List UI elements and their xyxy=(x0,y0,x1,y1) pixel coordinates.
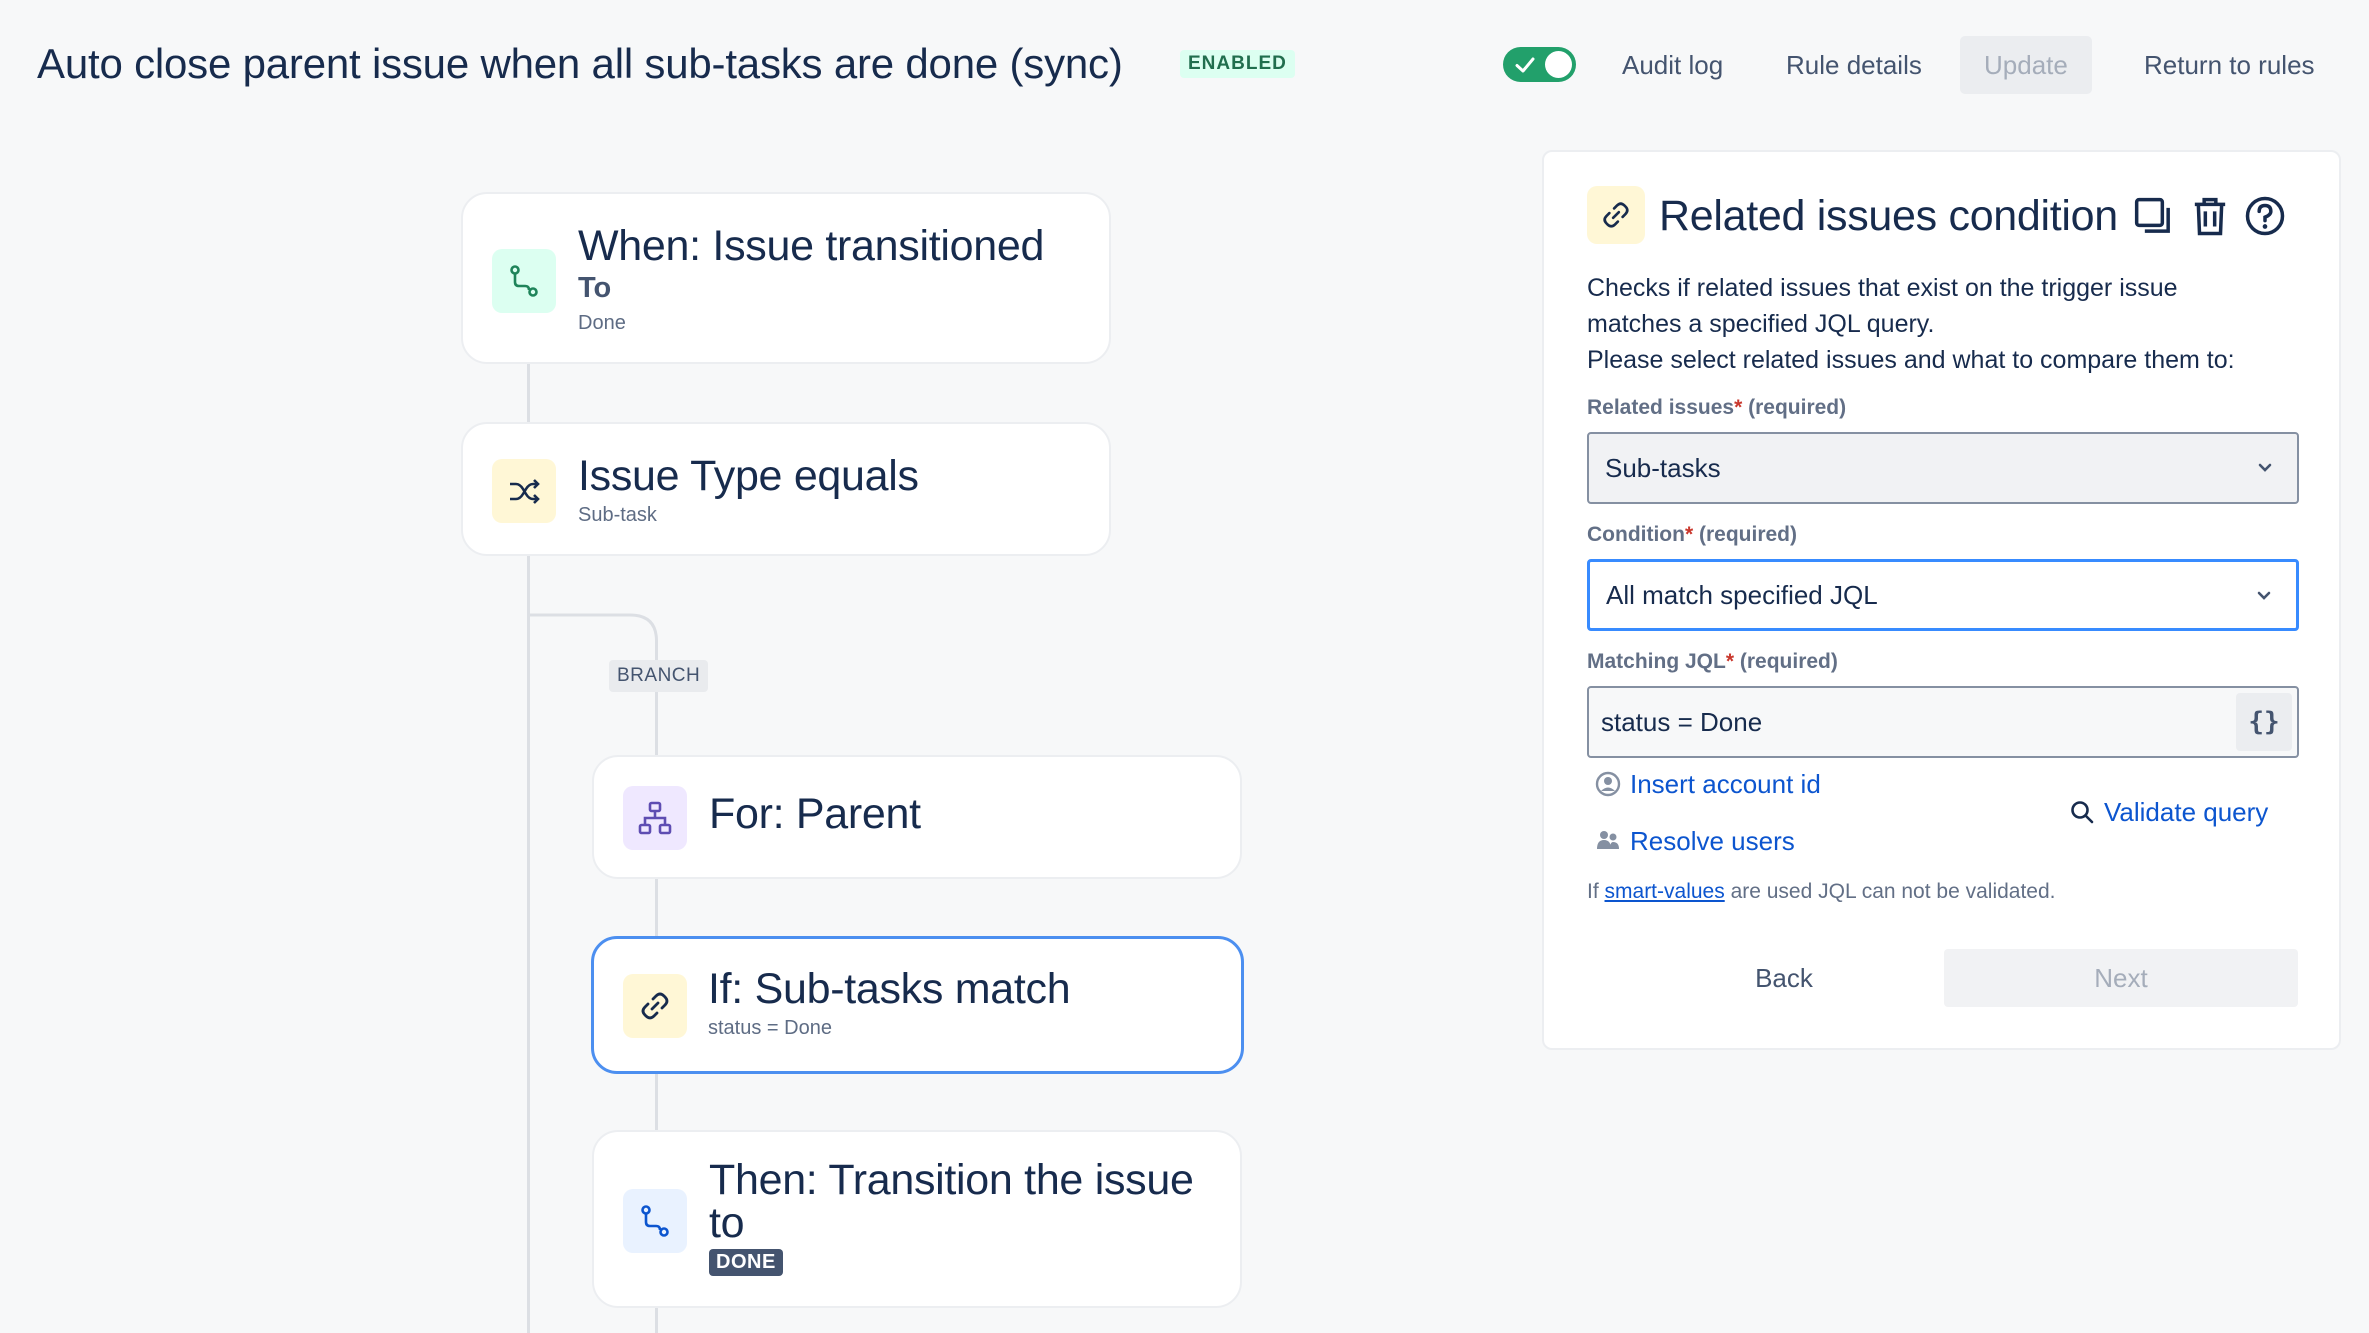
link-icon xyxy=(1603,202,1629,228)
if-condition-title: If: Sub-tasks match xyxy=(708,965,1071,1013)
trigger-card[interactable]: When: Issue transitioned To Done xyxy=(461,192,1111,364)
related-issues-select[interactable]: Sub-tasks xyxy=(1587,432,2299,504)
help-button[interactable] xyxy=(2241,192,2289,240)
jql-note: If smart-values are used JQL can not be … xyxy=(1587,880,2056,903)
if-condition-detail: status = Done xyxy=(708,1017,832,1039)
chevron-down-icon xyxy=(2258,463,2272,472)
jql-input-value: status = Done xyxy=(1601,707,1763,737)
rule-details-button[interactable]: Rule details xyxy=(1762,36,1946,94)
condition-icon-box xyxy=(492,459,556,523)
panel-title: Related issues condition xyxy=(1659,192,2118,240)
trigger-detail: Done xyxy=(578,312,626,334)
action-title-line1: Then: Transition the issue xyxy=(709,1156,1194,1204)
action-card[interactable]: Then: Transition the issue to DONE xyxy=(592,1130,1242,1308)
matching-jql-label: Matching JQL* (required) xyxy=(1587,650,1838,673)
transition-icon xyxy=(641,1205,669,1237)
update-button[interactable]: Update xyxy=(1960,36,2092,94)
description-line: matches a specified JQL query. xyxy=(1587,310,1935,338)
related-issues-label: Related issues* (required) xyxy=(1587,396,1847,419)
status-lozenge: DONE xyxy=(709,1249,783,1276)
description-line: Checks if related issues that exist on t… xyxy=(1587,274,2178,302)
enabled-toggle[interactable] xyxy=(1503,47,1576,82)
panel-type-icon-box xyxy=(1587,186,1645,244)
delete-button[interactable] xyxy=(2186,192,2234,240)
panel-description: Checks if related issues that exist on t… xyxy=(1587,270,2307,378)
next-button[interactable]: Next xyxy=(1944,949,2298,1007)
transition-icon xyxy=(510,265,538,297)
action-icon-box xyxy=(623,1189,687,1253)
toggle-knob xyxy=(1545,51,1572,78)
validate-query-link[interactable]: Validate query xyxy=(2104,797,2268,828)
related-issues-value: Sub-tasks xyxy=(1605,453,1721,483)
condition-card[interactable]: Issue Type equals Sub-task xyxy=(461,422,1111,556)
hierarchy-icon xyxy=(638,801,672,835)
if-icon-box xyxy=(623,974,687,1038)
condition-title: Issue Type equals xyxy=(578,452,919,500)
condition-detail: Sub-task xyxy=(578,504,657,526)
branch-card[interactable]: For: Parent xyxy=(592,755,1242,879)
people-icon xyxy=(1597,831,1619,849)
link-icon xyxy=(641,992,669,1020)
status-badge: ENABLED xyxy=(1180,50,1295,78)
audit-log-button[interactable]: Audit log xyxy=(1598,36,1747,94)
chevron-down-icon xyxy=(2257,591,2271,600)
return-to-rules-button[interactable]: Return to rules xyxy=(2120,36,2339,94)
help-icon xyxy=(2245,196,2285,236)
duplicate-icon xyxy=(2134,197,2170,233)
page-title: Auto close parent issue when all sub-tas… xyxy=(37,40,1123,87)
shuffle-icon xyxy=(510,479,540,504)
check-icon xyxy=(1515,57,1535,73)
condition-select[interactable]: All match specified JQL xyxy=(1587,559,2299,631)
trash-icon xyxy=(2194,197,2226,236)
search-icon xyxy=(2071,801,2094,824)
resolve-users-link[interactable]: Resolve users xyxy=(1630,826,1795,857)
branch-tag: BRANCH xyxy=(609,660,709,692)
user-icon xyxy=(1595,771,1621,797)
branch-curve xyxy=(527,613,658,653)
duplicate-button[interactable] xyxy=(2129,192,2177,240)
branch-icon-box xyxy=(623,786,687,850)
condition-panel: Related issues condition Checks if relat… xyxy=(1542,150,2341,1050)
trigger-title: When: Issue transitioned xyxy=(578,222,1045,270)
condition-value: All match specified JQL xyxy=(1606,580,1878,610)
header: Auto close parent issue when all sub-tas… xyxy=(0,0,2369,130)
condition-label: Condition* (required) xyxy=(1587,523,1798,546)
trigger-subtitle: To xyxy=(578,272,612,304)
insert-account-id-link[interactable]: Insert account id xyxy=(1630,769,1821,800)
smart-value-button[interactable]: {} xyxy=(2236,693,2292,751)
trigger-icon-box xyxy=(492,249,556,313)
description-line: Please select related issues and what to… xyxy=(1587,346,2235,374)
if-condition-card[interactable]: If: Sub-tasks match status = Done xyxy=(591,936,1244,1074)
smart-values-link[interactable]: smart-values xyxy=(1605,880,1725,903)
jql-input[interactable]: status = Done {} xyxy=(1587,686,2299,758)
branch-title: For: Parent xyxy=(709,790,921,838)
action-title-line2: to xyxy=(709,1199,745,1247)
back-button[interactable]: Back xyxy=(1654,949,1914,1007)
